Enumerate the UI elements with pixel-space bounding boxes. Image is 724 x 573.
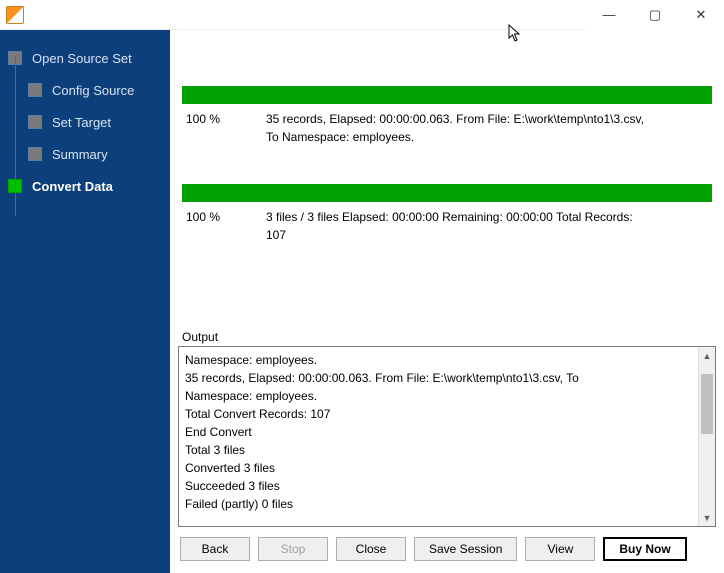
file-progress-detail-2: To Namespace: employees. [186,128,708,146]
app-icon [6,6,24,24]
output-label: Output [178,328,716,346]
step-label: Open Source Set [32,51,132,66]
step-box-icon [28,115,42,129]
file-progress-detail-1: 35 records, Elapsed: 00:00:00.063. From … [266,110,708,128]
total-progress-detail-2: 107 [186,226,708,244]
close-window-button[interactable]: ✕ [678,0,724,30]
output-scrollbar[interactable]: ▲ ▼ [698,347,715,526]
content-area: Open Source Set Config Source Set Target… [0,30,724,573]
close-button[interactable]: Close [336,537,406,561]
sidebar-step-summary[interactable]: Summary [0,138,170,170]
file-progress-percent: 100 % [186,110,246,128]
scroll-down-arrow-icon[interactable]: ▼ [699,509,715,526]
stop-button: Stop [258,537,328,561]
output-content[interactable]: Namespace: employees. 35 records, Elapse… [179,347,698,526]
sidebar-step-open-source-set[interactable]: Open Source Set [0,42,170,74]
view-button[interactable]: View [525,537,595,561]
total-progress-percent: 100 % [186,208,246,226]
minimize-button[interactable]: — [586,0,632,30]
scroll-track[interactable] [699,364,715,509]
total-progress-bar [182,184,712,202]
back-button[interactable]: Back [180,537,250,561]
buy-now-button[interactable]: Buy Now [603,537,686,561]
total-progress-text: 100 % 3 files / 3 files Elapsed: 00:00:0… [182,208,712,244]
window-controls: — ▢ ✕ [586,0,724,30]
sidebar-step-set-target[interactable]: Set Target [0,106,170,138]
main-panel: 100 % 35 records, Elapsed: 00:00:00.063.… [170,30,724,573]
sidebar-connector-line [15,56,16,216]
titlebar: — ▢ ✕ [0,0,724,30]
step-label: Set Target [52,115,111,130]
maximize-button[interactable]: ▢ [632,0,678,30]
step-label: Summary [52,147,108,162]
file-progress-text: 100 % 35 records, Elapsed: 00:00:00.063.… [182,110,712,146]
sidebar-step-config-source[interactable]: Config Source [0,74,170,106]
scroll-up-arrow-icon[interactable]: ▲ [699,347,715,364]
file-progress-bar [182,86,712,104]
save-session-button[interactable]: Save Session [414,537,517,561]
wizard-sidebar: Open Source Set Config Source Set Target… [0,30,170,573]
scroll-thumb[interactable] [701,374,713,434]
total-progress-detail-1: 3 files / 3 files Elapsed: 00:00:00 Rema… [266,208,708,226]
step-box-icon [28,147,42,161]
step-box-icon [28,83,42,97]
output-box: Namespace: employees. 35 records, Elapse… [178,346,716,527]
sidebar-step-convert-data[interactable]: Convert Data [0,170,170,202]
progress-area: 100 % 35 records, Elapsed: 00:00:00.063.… [178,38,716,318]
button-row: Back Stop Close Save Session View Buy No… [178,527,716,565]
step-label: Convert Data [32,179,113,194]
step-label: Config Source [52,83,134,98]
